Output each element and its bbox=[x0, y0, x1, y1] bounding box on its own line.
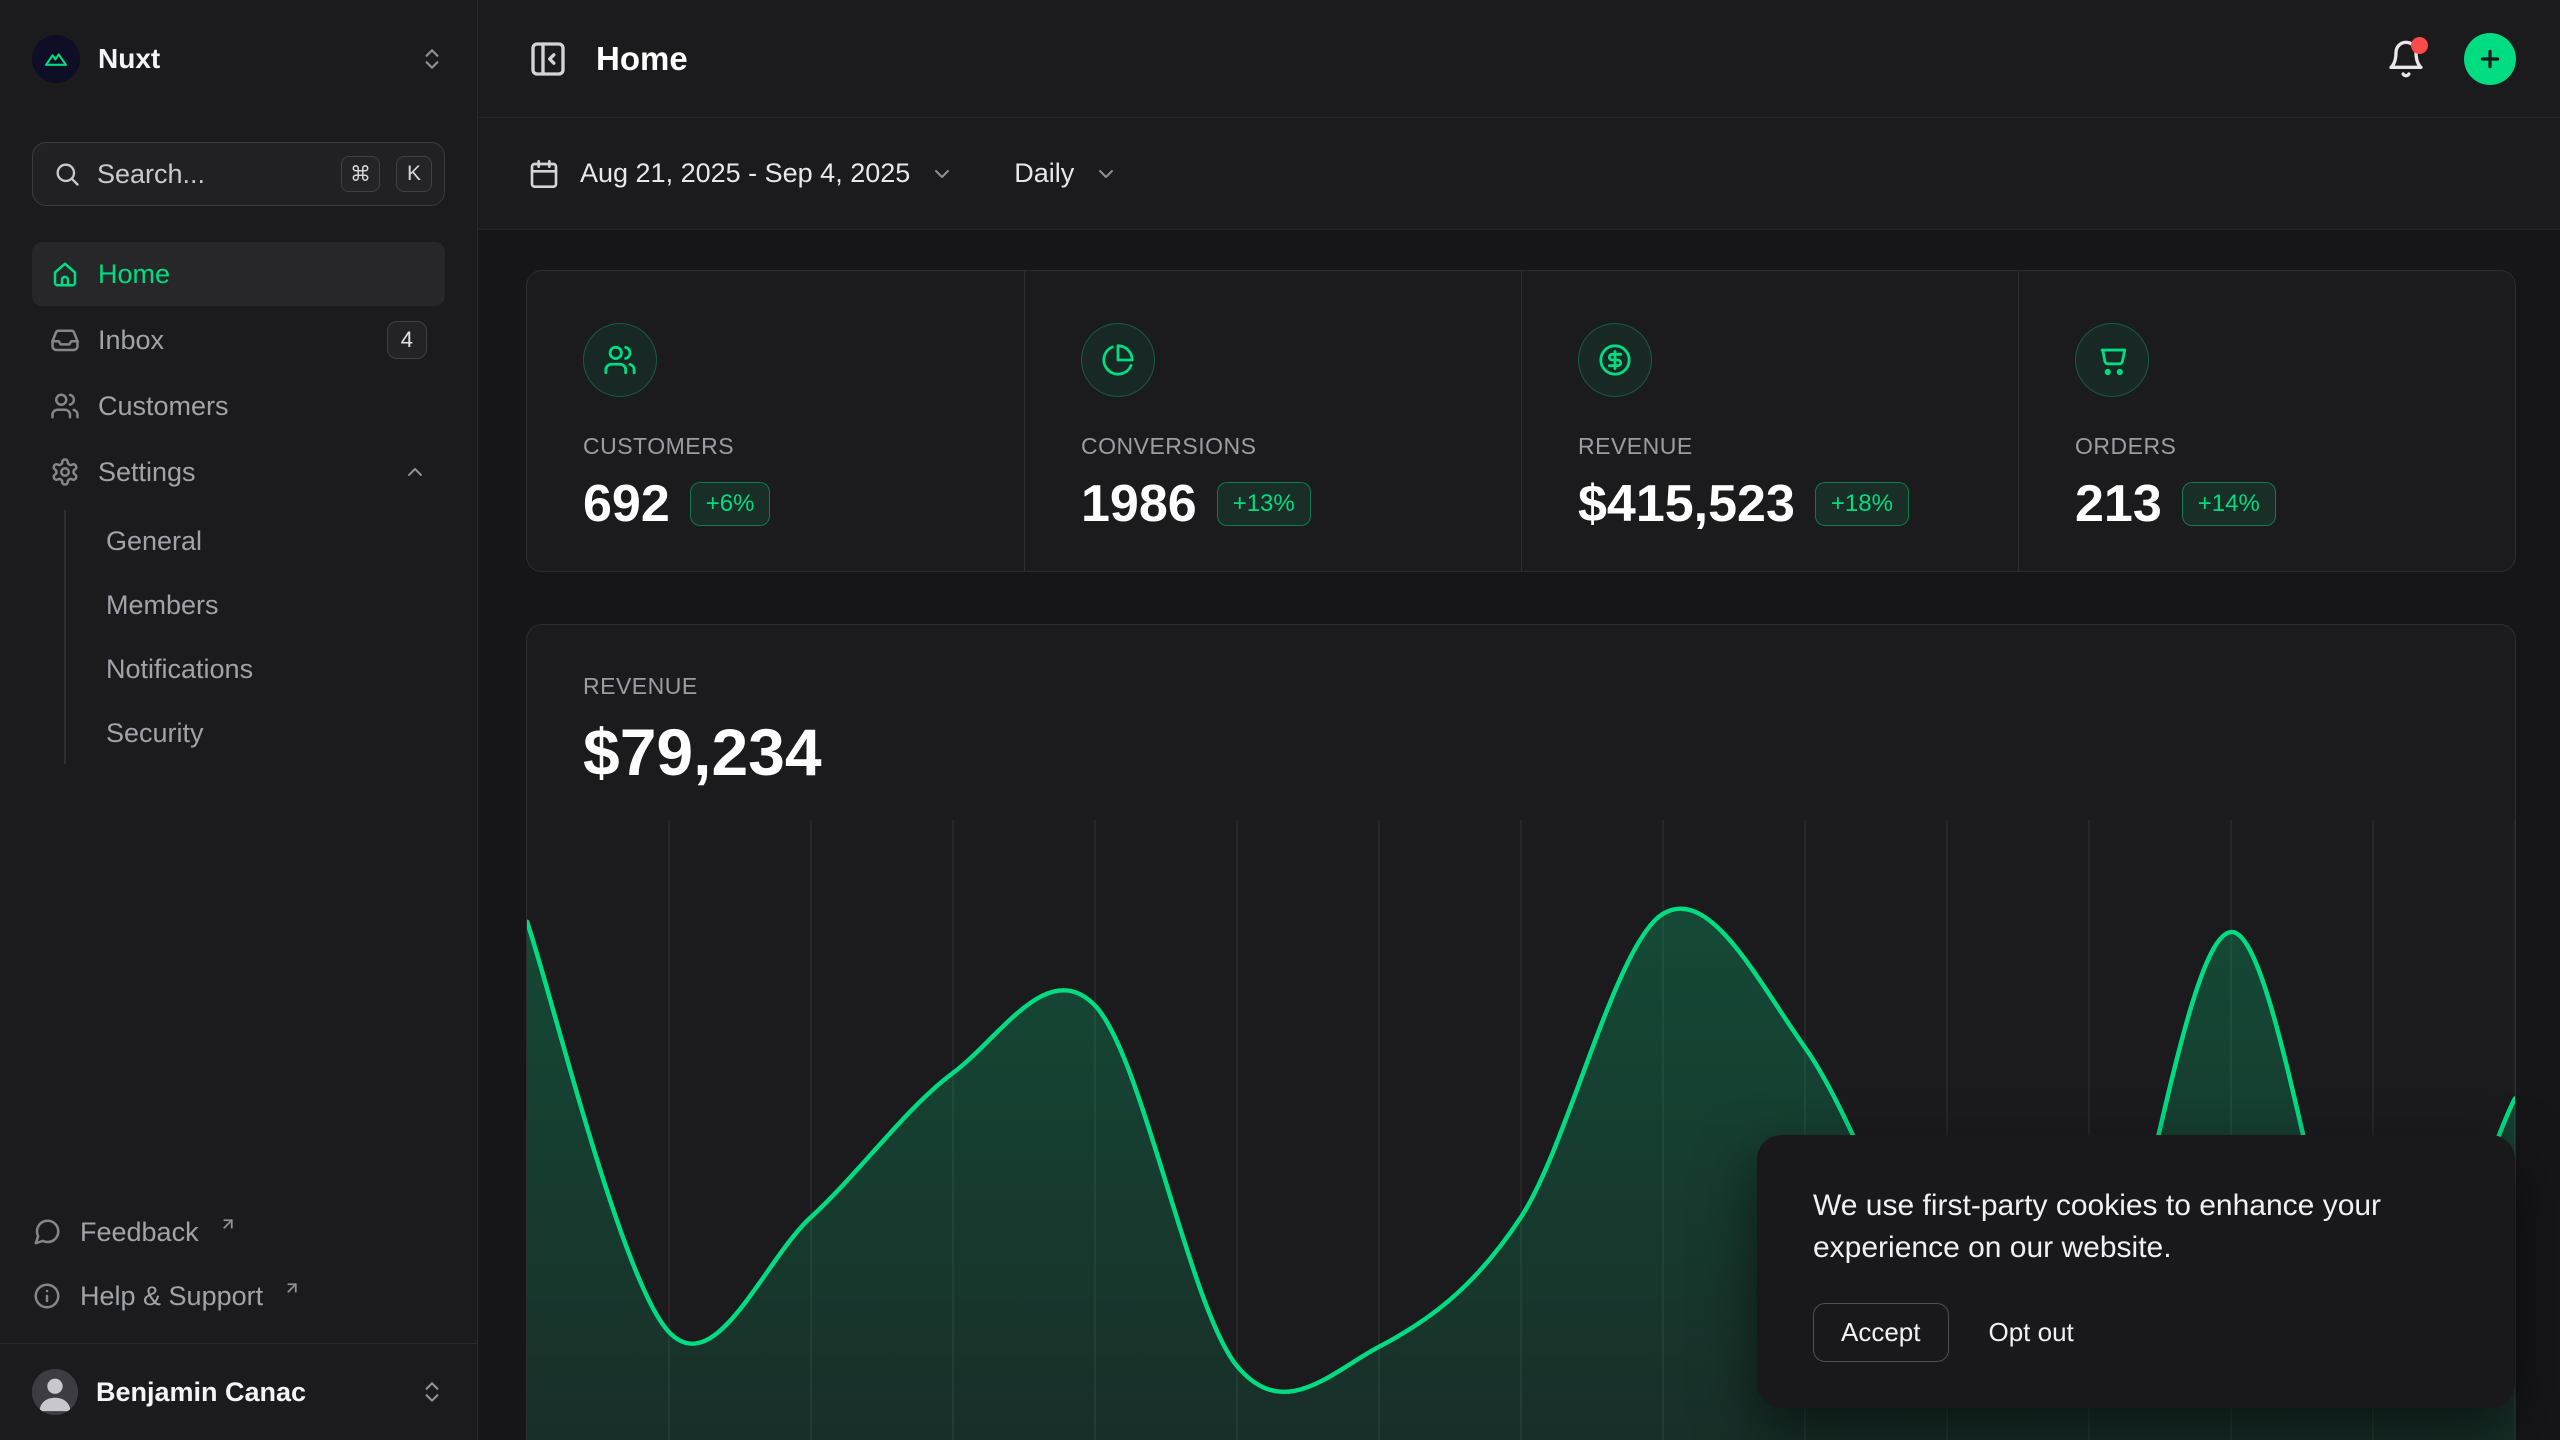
sidebar-item-security[interactable]: Security bbox=[106, 702, 445, 764]
sidebar-item-home[interactable]: Home bbox=[32, 242, 445, 306]
search-field[interactable]: ⌘ K bbox=[32, 142, 445, 206]
plus-icon bbox=[2477, 46, 2503, 72]
granularity-value: Daily bbox=[1014, 158, 1074, 189]
kbd-k: K bbox=[396, 156, 432, 192]
stat-orders[interactable]: ORDERS 213 +14% bbox=[2018, 271, 2515, 572]
chevron-up-icon bbox=[403, 460, 427, 484]
page-title: Home bbox=[596, 40, 2358, 78]
sidebar: Nuxt ⌘ K bbox=[0, 0, 478, 1440]
cookie-message: We use first-party cookies to enhance yo… bbox=[1813, 1185, 2459, 1269]
sidebar-item-general[interactable]: General bbox=[106, 510, 445, 572]
avatar bbox=[32, 1369, 78, 1415]
chevrons-up-down-icon bbox=[419, 46, 445, 72]
stat-label: CONVERSIONS bbox=[1081, 433, 1465, 460]
search-input[interactable] bbox=[97, 159, 325, 190]
workspace-switcher[interactable]: Nuxt bbox=[32, 34, 445, 84]
stat-delta-badge: +14% bbox=[2182, 482, 2276, 526]
panel-left-close-icon[interactable] bbox=[528, 39, 568, 79]
help-support-link[interactable]: Help & Support bbox=[32, 1267, 445, 1325]
granularity-select[interactable]: Daily bbox=[1014, 158, 1118, 189]
stat-value: $415,523 bbox=[1578, 474, 1795, 534]
user-name: Benjamin Canac bbox=[96, 1377, 401, 1408]
pie-chart-icon bbox=[1081, 323, 1155, 397]
stat-customers[interactable]: CUSTOMERS 692 +6% bbox=[527, 271, 1024, 572]
feedback-label: Feedback bbox=[80, 1217, 199, 1248]
page-header: Home bbox=[478, 0, 2560, 118]
sidebar-nav: Home Inbox 4 bbox=[32, 242, 445, 764]
user-menu[interactable]: Benjamin Canac bbox=[32, 1360, 445, 1424]
sidebar-item-customers[interactable]: Customers bbox=[32, 374, 445, 438]
stat-label: CUSTOMERS bbox=[583, 433, 968, 460]
stat-label: REVENUE bbox=[1578, 433, 1962, 460]
shopping-cart-icon bbox=[2075, 323, 2149, 397]
help-support-label: Help & Support bbox=[80, 1281, 263, 1312]
stat-revenue[interactable]: REVENUE $415,523 +18% bbox=[1521, 271, 2018, 572]
date-range-value: Aug 21, 2025 - Sep 4, 2025 bbox=[580, 158, 910, 189]
stat-value: 692 bbox=[583, 474, 670, 534]
stat-delta-badge: +6% bbox=[690, 482, 771, 526]
stat-value: 213 bbox=[2075, 474, 2162, 534]
sidebar-item-label: Inbox bbox=[98, 325, 164, 356]
settings-subnav: General Members Notifications Security bbox=[64, 510, 445, 764]
chevron-down-icon bbox=[1094, 162, 1118, 186]
stat-delta-badge: +18% bbox=[1815, 482, 1909, 526]
users-icon bbox=[50, 391, 80, 421]
sidebar-item-settings[interactable]: Settings bbox=[32, 440, 445, 504]
chevrons-up-down-icon bbox=[419, 1379, 445, 1405]
sidebar-item-notifications[interactable]: Notifications bbox=[106, 638, 445, 700]
header-actions bbox=[2386, 33, 2516, 85]
sidebar-item-label: Customers bbox=[98, 391, 229, 422]
kbd-cmd: ⌘ bbox=[341, 156, 380, 192]
home-icon bbox=[50, 259, 80, 289]
circle-dollar-icon bbox=[1578, 323, 1652, 397]
unread-dot bbox=[2411, 37, 2428, 54]
sidebar-user-section: Benjamin Canac bbox=[0, 1343, 477, 1440]
opt-out-button[interactable]: Opt out bbox=[1979, 1304, 2084, 1361]
search-icon bbox=[53, 160, 81, 188]
stat-delta-badge: +13% bbox=[1217, 482, 1311, 526]
sidebar-item-inbox[interactable]: Inbox 4 bbox=[32, 308, 445, 372]
stat-label: ORDERS bbox=[2075, 433, 2459, 460]
info-circle-icon bbox=[32, 1281, 62, 1311]
add-button[interactable] bbox=[2464, 33, 2516, 85]
accept-button[interactable]: Accept bbox=[1813, 1303, 1949, 1362]
sidebar-footer-links: Feedback Help & Support bbox=[32, 1203, 445, 1343]
sidebar-item-label: Home bbox=[98, 259, 170, 290]
revenue-chart-total: $79,234 bbox=[583, 714, 2459, 790]
external-link-icon bbox=[219, 1215, 237, 1233]
calendar-icon bbox=[528, 158, 560, 190]
workspace-name: Nuxt bbox=[98, 43, 401, 75]
stats-cards: CUSTOMERS 692 +6% CONVERSIONS 1986 bbox=[526, 270, 2516, 572]
nuxt-logo-icon bbox=[32, 35, 80, 83]
sidebar-item-members[interactable]: Members bbox=[106, 574, 445, 636]
external-link-icon bbox=[283, 1279, 301, 1297]
inbox-icon bbox=[50, 325, 80, 355]
inbox-count-badge: 4 bbox=[387, 321, 427, 359]
date-range-picker[interactable]: Aug 21, 2025 - Sep 4, 2025 bbox=[528, 158, 954, 190]
users-icon bbox=[583, 323, 657, 397]
notifications-button[interactable] bbox=[2386, 39, 2426, 79]
chevron-down-icon bbox=[930, 162, 954, 186]
stat-value: 1986 bbox=[1081, 474, 1197, 534]
feedback-link[interactable]: Feedback bbox=[32, 1203, 445, 1261]
gear-icon bbox=[50, 457, 80, 487]
revenue-chart-label: REVENUE bbox=[583, 673, 2459, 700]
filters-toolbar: Aug 21, 2025 - Sep 4, 2025 Daily bbox=[478, 118, 2560, 230]
sidebar-item-label: Settings bbox=[98, 457, 196, 488]
message-bubble-icon bbox=[32, 1217, 62, 1247]
cookie-banner: We use first-party cookies to enhance yo… bbox=[1757, 1135, 2515, 1408]
stat-conversions[interactable]: CONVERSIONS 1986 +13% bbox=[1024, 271, 1521, 572]
